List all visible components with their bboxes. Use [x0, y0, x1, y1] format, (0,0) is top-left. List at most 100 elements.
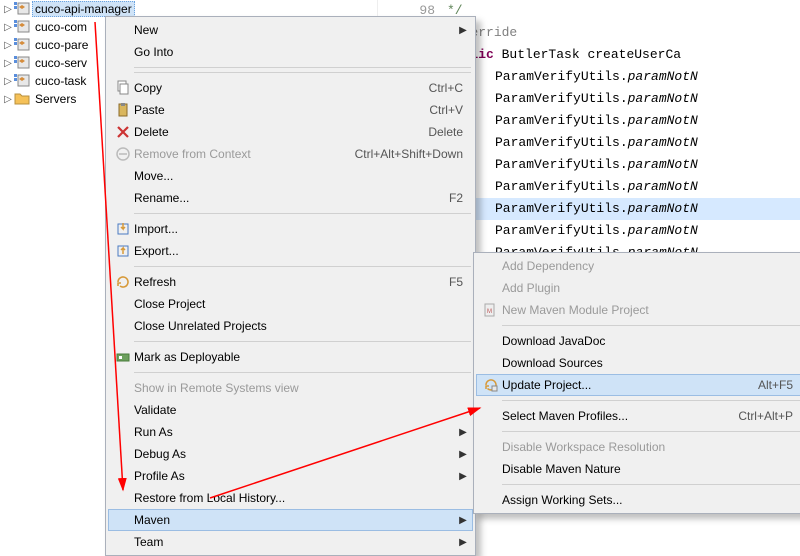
menu-item-label: Validate: [134, 403, 469, 417]
refresh-icon: [112, 271, 134, 293]
blank-icon: [480, 489, 502, 511]
svg-text:M: M: [487, 309, 492, 315]
menu-item-label: Maven: [134, 513, 457, 527]
menu-item-label: Export...: [134, 244, 469, 258]
maven-new-icon: M: [480, 299, 502, 321]
blank-icon: [112, 19, 134, 41]
menu-item[interactable]: Team▶: [108, 531, 473, 553]
menu-item-label: Run As: [134, 425, 457, 439]
blank-icon: [112, 315, 134, 337]
menu-item[interactable]: DeleteDelete: [108, 121, 473, 143]
paste-icon: [112, 99, 134, 121]
blank-icon: [112, 531, 134, 553]
menu-item-label: Go Into: [134, 45, 469, 59]
project-context-menu: New▶Go IntoCopyCtrl+CPasteCtrl+VDeleteDe…: [105, 16, 476, 556]
menu-item[interactable]: New▶: [108, 19, 473, 41]
update-icon: [480, 374, 502, 396]
menu-shortcut: Delete: [428, 125, 469, 139]
menu-item-label: New: [134, 23, 457, 37]
delete-icon: [112, 121, 134, 143]
maven-project-icon: [14, 1, 30, 17]
menu-item[interactable]: Import...: [108, 218, 473, 240]
menu-item-label: Rename...: [134, 191, 449, 205]
blank-icon: [480, 277, 502, 299]
submenu-arrow-icon: ▶: [457, 25, 469, 36]
menu-item-label: Import...: [134, 222, 469, 236]
menu-item-label: Move...: [134, 169, 469, 183]
submenu-arrow-icon: ▶: [457, 427, 469, 438]
submenu-arrow-icon: ▶: [457, 537, 469, 548]
menu-item-label: Update Project...: [502, 378, 758, 392]
menu-shortcut: Ctrl+C: [429, 81, 469, 95]
menu-item-label: Close Unrelated Projects: [134, 319, 469, 333]
blank-icon: [480, 255, 502, 277]
menu-item-label: Show in Remote Systems view: [134, 381, 469, 395]
menu-item[interactable]: Download Sources: [476, 352, 800, 374]
blank-icon: [480, 330, 502, 352]
menu-item[interactable]: Export...: [108, 240, 473, 262]
menu-item-label: Copy: [134, 81, 429, 95]
menu-item[interactable]: Rename...F2: [108, 187, 473, 209]
export-icon: [112, 240, 134, 262]
submenu-arrow-icon: ▶: [457, 449, 469, 460]
menu-item-label: Download Sources: [502, 356, 799, 370]
blank-icon: [480, 458, 502, 480]
submenu-arrow-icon: ▶: [457, 515, 469, 526]
menu-item[interactable]: Go Into: [108, 41, 473, 63]
menu-item-label: Profile As: [134, 469, 457, 483]
menu-item[interactable]: Move...: [108, 165, 473, 187]
menu-item[interactable]: RefreshF5: [108, 271, 473, 293]
menu-item-label: Select Maven Profiles...: [502, 409, 738, 423]
tree-item-label: cuco-api-manager: [32, 1, 135, 17]
menu-item-label: Mark as Deployable: [134, 350, 469, 364]
menu-item[interactable]: PasteCtrl+V: [108, 99, 473, 121]
blank-icon: [112, 443, 134, 465]
blank-icon: [480, 352, 502, 374]
blank-icon: [480, 405, 502, 427]
import-icon: [112, 218, 134, 240]
menu-item[interactable]: Maven▶: [108, 509, 473, 531]
menu-item[interactable]: Close Project: [108, 293, 473, 315]
menu-item-label: Delete: [134, 125, 428, 139]
expander-icon[interactable]: ▷: [2, 4, 14, 15]
menu-item[interactable]: Restore from Local History...: [108, 487, 473, 509]
menu-item: Add Dependency: [476, 255, 800, 277]
deploy-icon: [112, 346, 134, 368]
menu-item: Remove from ContextCtrl+Alt+Shift+Down: [108, 143, 473, 165]
folder-icon: [14, 91, 30, 107]
menu-shortcut: Ctrl+V: [429, 103, 469, 117]
menu-item[interactable]: Debug As▶: [108, 443, 473, 465]
menu-item-label: New Maven Module Project: [502, 303, 799, 317]
blank-icon: [112, 509, 134, 531]
menu-item[interactable]: Validate: [108, 399, 473, 421]
blank-icon: [112, 293, 134, 315]
blank-icon: [112, 187, 134, 209]
menu-item: Disable Workspace Resolution: [476, 436, 800, 458]
menu-item[interactable]: Select Maven Profiles...Ctrl+Alt+P: [476, 405, 800, 427]
blank-icon: [112, 165, 134, 187]
remove-icon: [112, 143, 134, 165]
menu-item-label: Download JavaDoc: [502, 334, 799, 348]
menu-item-label: Disable Maven Nature: [502, 462, 799, 476]
menu-item[interactable]: Close Unrelated Projects: [108, 315, 473, 337]
menu-item[interactable]: Profile As▶: [108, 465, 473, 487]
maven-submenu: Add Dependency Add Plugin M New Maven Modul…: [473, 252, 800, 514]
menu-item: Show in Remote Systems view: [108, 377, 473, 399]
menu-item-label: Add Plugin: [502, 281, 799, 295]
blank-icon: [112, 487, 134, 509]
menu-shortcut: Ctrl+Alt+P: [738, 409, 799, 423]
menu-item-label: Team: [134, 535, 457, 549]
submenu-arrow-icon: ▶: [457, 471, 469, 482]
menu-shortcut: Alt+F5: [758, 378, 799, 392]
menu-item[interactable]: Update Project...Alt+F5: [476, 374, 800, 396]
menu-item[interactable]: Disable Maven Nature: [476, 458, 800, 480]
menu-item[interactable]: Download JavaDoc: [476, 330, 800, 352]
menu-item[interactable]: Mark as Deployable: [108, 346, 473, 368]
blank-icon: [112, 465, 134, 487]
menu-item: M New Maven Module Project: [476, 299, 800, 321]
menu-item[interactable]: Assign Working Sets...: [476, 489, 800, 511]
menu-item-label: Remove from Context: [134, 147, 355, 161]
menu-item-label: Refresh: [134, 275, 449, 289]
menu-item[interactable]: Run As▶: [108, 421, 473, 443]
menu-item[interactable]: CopyCtrl+C: [108, 77, 473, 99]
